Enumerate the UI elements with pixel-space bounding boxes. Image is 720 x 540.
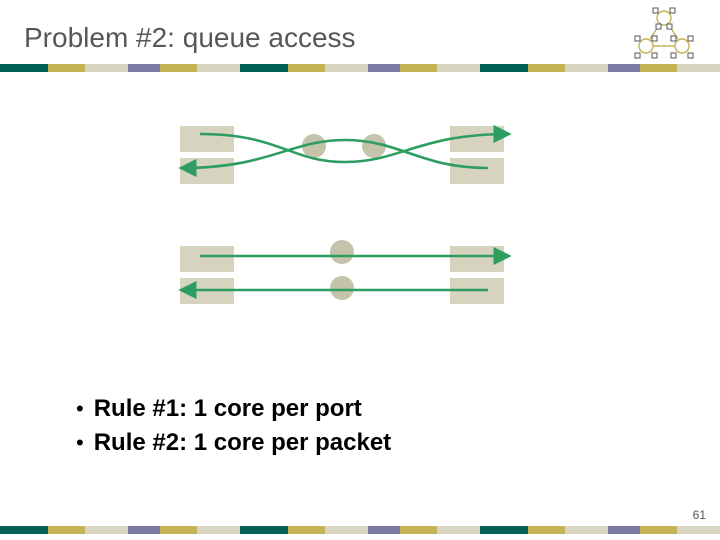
stripe-segment	[528, 64, 565, 72]
stripe-segment	[437, 526, 480, 534]
stripe-segment	[677, 64, 720, 72]
bullet-text: Rule #2: 1 core per packet	[94, 429, 391, 457]
stripe-segment	[608, 64, 640, 72]
stripe-segment	[288, 64, 325, 72]
stripe-segment	[480, 526, 528, 534]
stripe-segment	[0, 526, 48, 534]
stripe-segment	[197, 526, 240, 534]
stripe-segment	[528, 526, 565, 534]
stripe-segment	[400, 526, 437, 534]
stripe-segment	[565, 64, 608, 72]
bullet-text: Rule #1: 1 core per port	[94, 395, 362, 423]
stripe-segment	[677, 526, 720, 534]
stripe-segment	[368, 64, 400, 72]
stripe-segment	[565, 526, 608, 534]
divider-stripe-top	[0, 64, 720, 72]
slide: Problem #2: queue access	[0, 0, 720, 540]
bullet-dot-icon: •	[76, 432, 84, 454]
stripe-segment	[400, 64, 437, 72]
stripe-segment	[0, 64, 48, 72]
stripe-segment	[325, 64, 368, 72]
stripe-segment	[160, 64, 197, 72]
stripe-segment	[325, 526, 368, 534]
bullet-list: • Rule #1: 1 core per port • Rule #2: 1 …	[76, 395, 391, 463]
bullet-dot-icon: •	[76, 398, 84, 420]
stripe-segment	[240, 64, 288, 72]
stripe-segment	[368, 526, 400, 534]
list-item: • Rule #2: 1 core per packet	[76, 429, 391, 457]
stripe-segment	[160, 526, 197, 534]
stripe-segment	[128, 526, 160, 534]
page-number: 61	[693, 508, 706, 522]
stripe-segment	[197, 64, 240, 72]
stripe-segment	[480, 64, 528, 72]
stripe-segment	[128, 64, 160, 72]
stripe-segment	[85, 64, 128, 72]
divider-stripe-bottom	[0, 526, 720, 534]
queue-diagram	[140, 110, 560, 340]
stripe-segment	[85, 526, 128, 534]
stripe-segment	[240, 526, 288, 534]
stripe-segment	[640, 526, 677, 534]
stripe-segment	[48, 64, 85, 72]
stripe-segment	[48, 526, 85, 534]
list-item: • Rule #1: 1 core per port	[76, 395, 391, 423]
stripe-segment	[437, 64, 480, 72]
page-title: Problem #2: queue access	[24, 22, 356, 54]
network-logo-icon	[626, 6, 702, 68]
flow-arrows-icon	[140, 110, 560, 340]
stripe-segment	[608, 526, 640, 534]
stripe-segment	[288, 526, 325, 534]
stripe-segment	[640, 64, 677, 72]
